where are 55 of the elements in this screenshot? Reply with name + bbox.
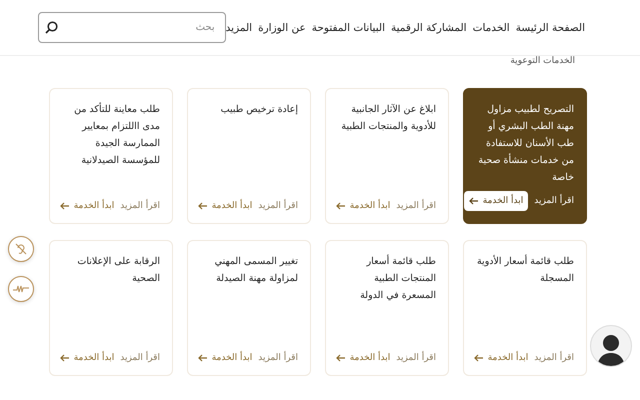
sign-language-icon <box>13 284 29 294</box>
start-service-button[interactable]: ابدأ الخدمة <box>60 353 114 363</box>
card-title: طلب قائمة أسعار المنتجات الطبية المسعرة في الدولة <box>359 254 436 303</box>
nav-link[interactable]: البيانات المفتوحة <box>312 22 385 34</box>
section-heading: الخدمات التوعوية <box>509 56 576 66</box>
arrow-left-icon <box>198 202 208 210</box>
arrow-left-icon <box>60 354 70 362</box>
arrow-left-icon <box>336 354 346 362</box>
service-card[interactable]: إعادة ترخيص طبيب اقرأ المزيد ابدأ الخدمة <box>187 88 311 224</box>
nav-link[interactable]: الصفحة الرئيسة <box>516 22 585 34</box>
start-service-button[interactable]: ابدأ الخدمة <box>198 201 252 211</box>
read-more-link[interactable]: اقرأ المزيد <box>258 201 298 211</box>
service-card[interactable]: طلب معاينة للتأكد من مدى االلتزام بمعايير الممارسة الجيدة للمؤسسة الصيدلانية اقرأ المزيد ابدأ الخدمة <box>49 88 173 224</box>
card-title: الرقابة على الإعلانات الصحية <box>76 255 160 286</box>
service-card[interactable]: تغيير المسمى المهني لمزاولة مهنة الصيدلة اقرأ المزيد ابدأ الخدمة <box>187 240 311 376</box>
accessibility-button[interactable] <box>8 276 34 302</box>
service-card[interactable]: طلب قائمة أسعار المنتجات الطبية المسعرة في الدولة اقرأ المزيد ابدأ الخدمة <box>325 240 449 376</box>
start-service-button[interactable]: ابدأ الخدمة <box>464 191 528 211</box>
start-service-button[interactable]: ابدأ الخدمة <box>198 353 252 363</box>
read-more-link[interactable]: اقرأ المزيد <box>120 201 160 211</box>
nav-link[interactable]: الخدمات <box>472 22 510 34</box>
nav-link[interactable]: المشاركة الرقمية <box>391 22 467 34</box>
read-more-link[interactable]: اقرأ المزيد <box>120 353 160 363</box>
search-field[interactable]: بحث <box>38 12 226 43</box>
nav-link[interactable]: عن الوزارة <box>258 22 306 34</box>
read-more-link[interactable]: اقرأ المزيد <box>534 353 574 363</box>
arrow-left-icon <box>336 202 346 210</box>
read-more-link[interactable]: اقرأ المزيد <box>258 353 298 363</box>
read-more-link[interactable]: اقرأ المزيد <box>396 353 436 363</box>
nav-link[interactable]: المزيد <box>226 22 252 34</box>
start-service-button[interactable]: ابدأ الخدمة <box>336 201 390 211</box>
service-card[interactable]: الرقابة على الإعلانات الصحية اقرأ المزيد ابدأ الخدمة <box>49 240 173 376</box>
accessibility-button[interactable] <box>8 236 34 262</box>
chat-assistant-avatar[interactable] <box>590 325 632 367</box>
start-service-button[interactable]: ابدأ الخدمة <box>60 201 114 211</box>
read-more-link[interactable]: اقرأ المزيد <box>534 196 574 206</box>
service-card[interactable]: التصريح لطبيب مزاول مهنة الطب البشري أو طب الأسنان للاستفادة من خدمات منشأة صحية خاصة اقرأ المزيد ابدأ الخدمة <box>463 88 587 224</box>
card-title: التصريح لطبيب مزاول مهنة الطب البشري أو طب الأسنان للاستفادة من خدمات منشأة صحية خاصة <box>477 103 574 185</box>
search-icon <box>44 21 58 34</box>
start-service-button[interactable]: ابدأ الخدمة <box>336 353 390 363</box>
card-title: تغيير المسمى المهني لمزاولة مهنة الصيدلة <box>214 255 298 286</box>
arrow-left-icon <box>60 202 70 210</box>
card-title: طلب معاينة للتأكد من مدى االلتزام بمعايير الممارسة الجيدة للمؤسسة الصيدلانية <box>73 101 160 168</box>
arrow-left-icon <box>474 354 484 362</box>
read-more-link[interactable]: اقرأ المزيد <box>396 201 436 211</box>
service-card[interactable]: طلب قائمة أسعار الأدوية المسجلة اقرأ المزيد ابدأ الخدمة <box>463 240 587 376</box>
hearing-off-icon <box>14 242 28 256</box>
start-service-button[interactable]: ابدأ الخدمة <box>474 353 528 363</box>
card-title: طلب قائمة أسعار الأدوية المسجلة <box>476 254 574 286</box>
service-card[interactable]: ابلاغ عن الآثار الجانبية للأدوية والمنتجات الطبية اقرأ المزيد ابدأ الخدمة <box>325 88 449 224</box>
arrow-left-icon <box>198 354 208 362</box>
arrow-left-icon <box>468 197 479 205</box>
card-title: إعادة ترخيص طبيب <box>220 103 298 117</box>
card-title: ابلاغ عن الآثار الجانبية للأدوية والمنتجات الطبية <box>340 103 436 134</box>
person-silhouette-icon <box>596 332 626 366</box>
